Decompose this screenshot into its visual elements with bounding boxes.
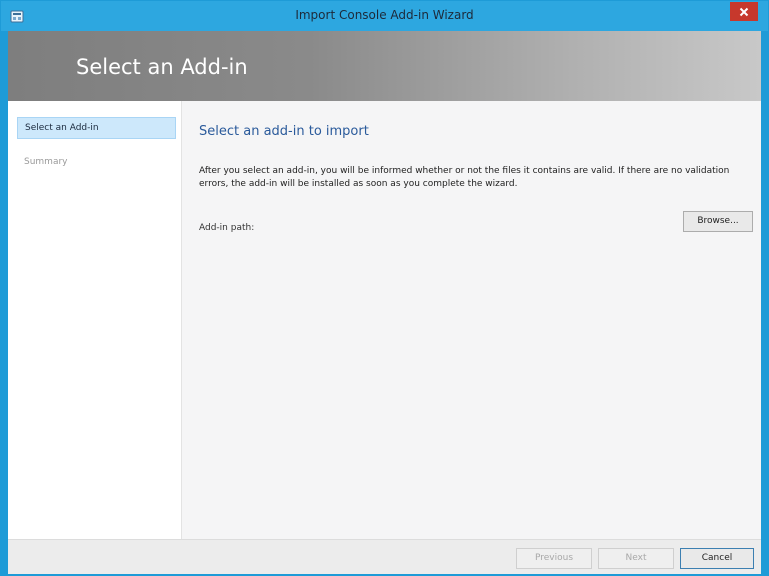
wizard-footer: Previous Next Cancel xyxy=(8,539,761,574)
close-icon xyxy=(739,7,749,16)
add-in-path-input[interactable] xyxy=(252,214,680,234)
add-in-path-label: Add-in path: xyxy=(199,223,255,233)
header-banner: Select an Add-in xyxy=(8,31,761,101)
page-title: Select an Add-in xyxy=(76,55,248,79)
window-title: Import Console Add-in Wizard xyxy=(295,8,474,22)
nav-item-select-add-in[interactable]: Select an Add-in xyxy=(17,117,176,139)
browse-button[interactable]: Browse... xyxy=(683,211,753,232)
next-button[interactable]: Next xyxy=(598,548,674,569)
wizard-window: Import Console Add-in Wizard Select an A… xyxy=(0,0,769,576)
title-bar[interactable]: Import Console Add-in Wizard xyxy=(1,1,768,31)
previous-button[interactable]: Previous xyxy=(516,548,592,569)
wizard-body: Select an Add-in Summary Select an add-i… xyxy=(8,101,761,539)
section-heading: Select an add-in to import xyxy=(199,124,369,139)
instructions-text: After you select an add-in, you will be … xyxy=(199,166,730,189)
cancel-button[interactable]: Cancel xyxy=(680,548,754,569)
main-content: Select an add-in to import After you sel… xyxy=(182,101,761,539)
wizard-steps-nav: Select an Add-in Summary xyxy=(8,101,182,539)
nav-item-summary[interactable]: Summary xyxy=(17,151,176,173)
close-button[interactable] xyxy=(730,2,758,21)
